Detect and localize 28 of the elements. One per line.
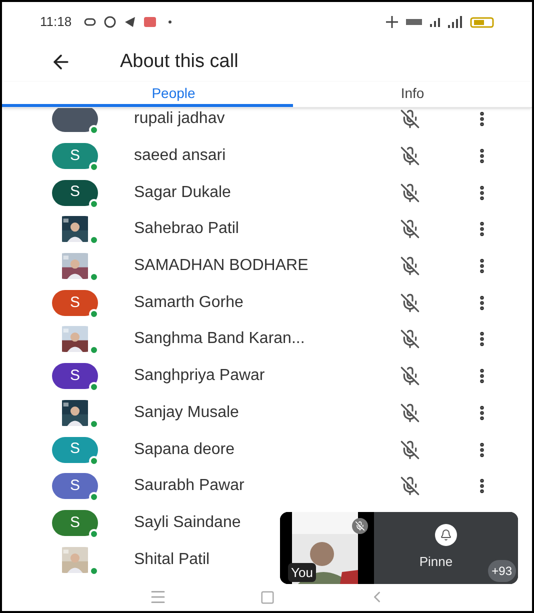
- participant-name: Sagar Dukale: [134, 182, 231, 203]
- participant-name: Sahebrao Patil: [134, 219, 239, 240]
- count-badge: +93: [488, 560, 516, 582]
- participant-name: rupali jadhav: [134, 109, 225, 130]
- avatar-letter: S: [70, 512, 80, 533]
- tab[interactable]: Info: [293, 82, 532, 107]
- avatar-letter: S: [70, 366, 80, 386]
- self-label: You: [288, 562, 316, 582]
- avatar-letter: S: [70, 292, 80, 313]
- participant-name: Sayli Saindane: [134, 512, 241, 533]
- participant-name: Shital Patil: [134, 550, 210, 570]
- participant-name: saeed ansari: [134, 146, 226, 166]
- avatar-letter: S: [70, 439, 80, 460]
- status-time: 11:18: [40, 13, 72, 32]
- avatar-letter: S: [70, 182, 80, 202]
- tab[interactable]: People: [2, 82, 293, 107]
- avatar-letter: S: [70, 476, 80, 496]
- participant-name: Samarth Gorhe: [134, 292, 244, 313]
- participant-name: Sanghma Band Karan...: [134, 329, 305, 350]
- page-title: About this call: [120, 50, 238, 74]
- pinned-label: Pinne: [419, 553, 454, 572]
- participant-name: SAMADHAN BODHARE: [134, 256, 308, 276]
- picture-in-picture-window[interactable]: You Pinne +93: [280, 512, 518, 584]
- participant-name: Sanjay Musale: [134, 402, 239, 423]
- participant-name: Sapana deore: [134, 440, 235, 460]
- avatar-letter: S: [70, 146, 80, 166]
- participant-name: Sanghpriya Pawar: [134, 366, 265, 386]
- participant-name: Saurabh Pawar: [134, 476, 244, 496]
